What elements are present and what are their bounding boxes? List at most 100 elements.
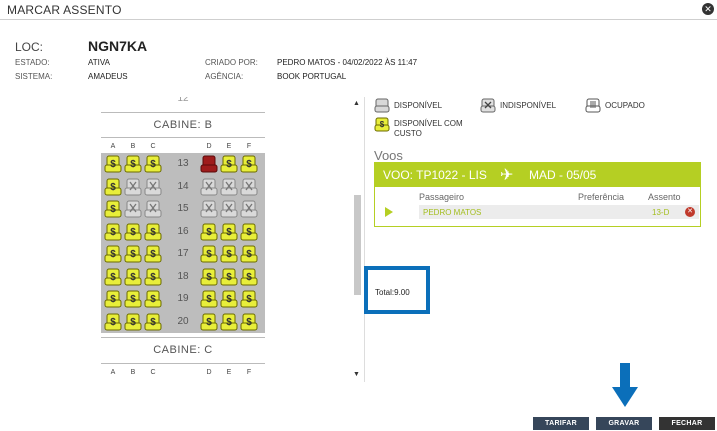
- scroll-up-icon[interactable]: ▲: [353, 100, 360, 107]
- column-letter: E: [226, 369, 232, 376]
- svg-text:$: $: [226, 249, 232, 260]
- svg-text:$: $: [246, 294, 252, 305]
- fechar-button[interactable]: FECHAR: [659, 417, 715, 430]
- total-highlight: Total:9.00: [364, 266, 430, 314]
- seat-17C[interactable]: $: [144, 245, 162, 263]
- seat-19C[interactable]: $: [144, 290, 162, 308]
- svg-text:$: $: [380, 120, 385, 129]
- seat-18F[interactable]: $: [240, 268, 258, 286]
- remove-seat-icon[interactable]: ✕: [685, 207, 695, 217]
- svg-text:$: $: [110, 294, 116, 305]
- seat-18A[interactable]: $: [104, 268, 122, 286]
- seat-18B[interactable]: $: [124, 268, 142, 286]
- seat-17D[interactable]: $: [200, 245, 218, 263]
- column-letter: E: [226, 143, 232, 150]
- seat-19F[interactable]: $: [240, 290, 258, 308]
- row-number: 19: [177, 293, 189, 304]
- title-divider: [0, 19, 717, 20]
- seat-16F[interactable]: $: [240, 223, 258, 241]
- svg-text:$: $: [226, 294, 232, 305]
- seat-19D[interactable]: $: [200, 290, 218, 308]
- svg-text:$: $: [206, 227, 212, 238]
- scroll-down-icon[interactable]: ▼: [353, 371, 360, 378]
- seat-15A[interactable]: $: [104, 200, 122, 218]
- seat-13C[interactable]: $: [144, 155, 162, 173]
- seat-15F: [240, 200, 258, 218]
- legend-available-label: DISPONÍVEL: [394, 101, 443, 110]
- column-letter: B: [130, 143, 136, 150]
- estado-value: ATIVA: [88, 58, 110, 67]
- seat-16A[interactable]: $: [104, 223, 122, 241]
- seat-19B[interactable]: $: [124, 290, 142, 308]
- panel-divider: [364, 97, 365, 382]
- seat-20C[interactable]: $: [144, 313, 162, 331]
- seat-occupied-icon: [585, 98, 601, 113]
- seatmap-scroll-area[interactable]: CABINE: B $ $ $ $ $13 $14 $15 $ $ $ $ $ $16 $ $ $ $ $ $17 $…: [0, 97, 365, 382]
- svg-text:$: $: [246, 249, 252, 260]
- flight-card: VOO: TP1022 - LIS ✈ MAD - 05/05 Passagei…: [374, 162, 701, 227]
- seat-15B: [124, 200, 142, 218]
- svg-text:$: $: [206, 249, 212, 260]
- col-preference: Preferência: [578, 192, 625, 202]
- svg-text:$: $: [130, 159, 136, 170]
- seat-13F[interactable]: $: [240, 155, 258, 173]
- row-number: 12: [177, 97, 189, 104]
- seat-16C[interactable]: $: [144, 223, 162, 241]
- svg-text:$: $: [226, 272, 232, 283]
- seat-14B: [124, 178, 142, 196]
- next-cabin-label: CABINE: C: [153, 344, 213, 356]
- seat-16D[interactable]: $: [200, 223, 218, 241]
- col-passenger: Passageiro: [419, 192, 465, 202]
- tarifar-button[interactable]: TARIFAR: [533, 417, 589, 430]
- svg-text:$: $: [226, 159, 232, 170]
- sistema-label: SISTEMA:: [15, 72, 53, 81]
- seat-14E: [220, 178, 238, 196]
- column-letter: C: [150, 369, 156, 376]
- cabin-divider: [101, 137, 265, 138]
- row-number: 14: [177, 180, 189, 192]
- svg-text:$: $: [110, 182, 116, 193]
- svg-text:$: $: [150, 249, 156, 260]
- seat-17E[interactable]: $: [220, 245, 238, 263]
- seat-18D[interactable]: $: [200, 268, 218, 286]
- seat-17A[interactable]: $: [104, 245, 122, 263]
- seat-18C[interactable]: $: [144, 268, 162, 286]
- seatmap-scrollbar[interactable]: ▲ ▼: [352, 97, 362, 382]
- seat-20D[interactable]: $: [200, 313, 218, 331]
- seat-18E[interactable]: $: [220, 268, 238, 286]
- seat-16B[interactable]: $: [124, 223, 142, 241]
- passenger-row[interactable]: PEDRO MATOS 13-D ✕: [419, 205, 699, 219]
- cabin-divider: [101, 112, 265, 113]
- seat-17F[interactable]: $: [240, 245, 258, 263]
- seat-20E[interactable]: $: [220, 313, 238, 331]
- svg-text:$: $: [110, 272, 116, 283]
- svg-text:$: $: [130, 227, 136, 238]
- column-letter: F: [246, 143, 252, 150]
- seat-20B[interactable]: $: [124, 313, 142, 331]
- seat-13D[interactable]: [200, 155, 218, 173]
- svg-text:$: $: [110, 159, 116, 170]
- airplane-icon: ✈: [500, 167, 514, 184]
- seat-13B[interactable]: $: [124, 155, 142, 173]
- gravar-button[interactable]: GRAVAR: [596, 417, 652, 430]
- seat-13E[interactable]: $: [220, 155, 238, 173]
- seat-19A[interactable]: $: [104, 290, 122, 308]
- seat-14A[interactable]: $: [104, 178, 122, 196]
- legend-paid-label-line1: DISPONÍVEL COM: [394, 119, 463, 128]
- seat-20A[interactable]: $: [104, 313, 122, 331]
- seat-unavailable-icon: [480, 98, 496, 113]
- seat-19E[interactable]: $: [220, 290, 238, 308]
- svg-text:$: $: [246, 317, 252, 328]
- seat-20F[interactable]: $: [240, 313, 258, 331]
- seat-grid: $ $ $ $ $13 $14 $15 $ $ $ $ $ $16 $ $ $ $ $ $17 $ $ $ $ $ $18 $ $ $…: [101, 153, 265, 333]
- svg-text:$: $: [130, 249, 136, 260]
- seat-17B[interactable]: $: [124, 245, 142, 263]
- close-icon[interactable]: ✕: [702, 3, 714, 15]
- scrollbar-thumb[interactable]: [354, 195, 361, 295]
- play-icon[interactable]: [385, 207, 393, 217]
- seat-16E[interactable]: $: [220, 223, 238, 241]
- svg-text:$: $: [130, 272, 136, 283]
- seatmap: CABINE: B $ $ $ $ $13 $14 $15 $ $ $ $ $ $16 $ $ $ $ $ $17 $…: [101, 97, 265, 382]
- seat-13A[interactable]: $: [104, 155, 122, 173]
- col-seat: Assento: [648, 192, 681, 202]
